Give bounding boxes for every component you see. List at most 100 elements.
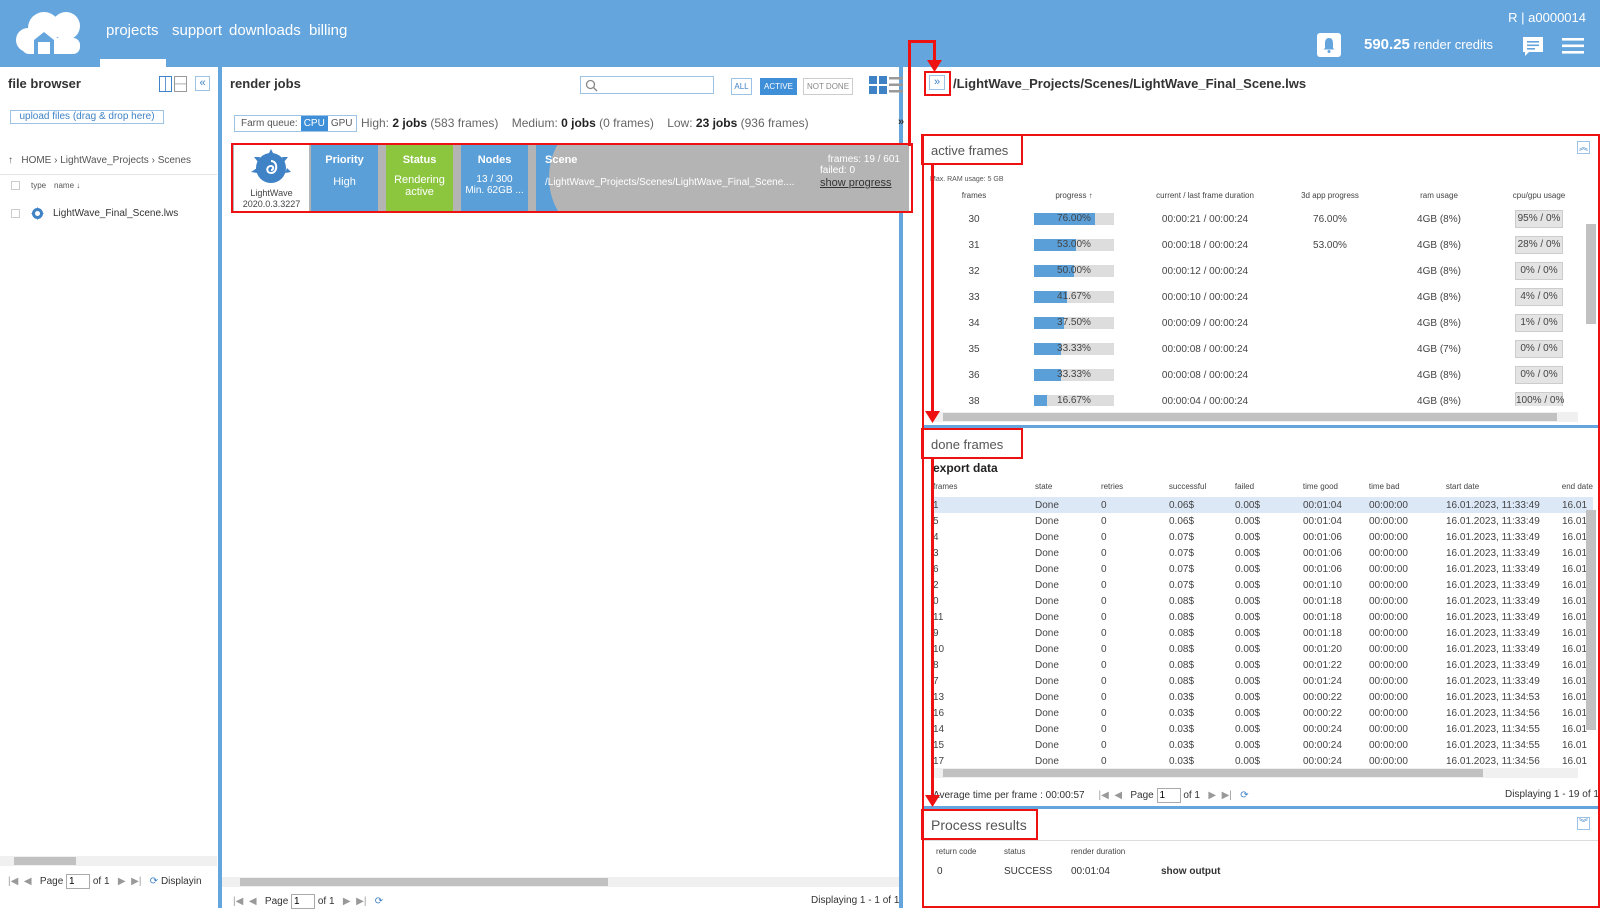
filter-all[interactable]: ALL	[731, 78, 752, 95]
done-frame-row[interactable]: 14 Done 0 0.03$ 0.00$ 00:00:24 00:00:00 16.01.2…	[933, 721, 1593, 737]
col-end-date[interactable]: end date	[1562, 482, 1593, 491]
horizontal-scrollbar[interactable]	[222, 877, 899, 887]
export-data-link[interactable]: export data	[933, 461, 998, 475]
layout-toggle-icon[interactable]	[159, 76, 187, 92]
page-input[interactable]	[66, 874, 91, 889]
col-retries[interactable]: retries	[1101, 482, 1169, 491]
scroll-thumb[interactable]	[943, 769, 1483, 777]
expand-icon[interactable]: »	[898, 116, 904, 128]
done-frame-row[interactable]: 6 Done 0 0.07$ 0.00$ 00:01:06 00:00:00 16.01.20…	[933, 561, 1593, 577]
col-time-good[interactable]: time good	[1303, 482, 1369, 491]
col-successful[interactable]: successful	[1169, 482, 1235, 491]
collapse-active-button[interactable]: ︽	[1577, 141, 1590, 154]
done-frame-row[interactable]: 15 Done 0 0.03$ 0.00$ 00:00:24 00:00:00 16.01.2…	[933, 737, 1593, 753]
done-frame-row[interactable]: 4 Done 0 0.07$ 0.00$ 00:01:06 00:00:00 16.01.20…	[933, 529, 1593, 545]
refresh-icon[interactable]: ⟳	[150, 876, 158, 887]
file-name[interactable]: LightWave_Final_Scene.lws	[53, 208, 178, 219]
prev-page-icon[interactable]: ◀	[249, 896, 257, 907]
col-start-date[interactable]: start date	[1446, 482, 1562, 491]
vertical-scroll-thumb[interactable]	[1586, 224, 1596, 324]
done-frame-row[interactable]: 5 Done 0 0.06$ 0.00$ 00:01:04 00:00:00 16.01.20…	[933, 513, 1593, 529]
cpu-queue-button[interactable]: CPU	[300, 116, 328, 131]
done-frame-row[interactable]: 3 Done 0 0.07$ 0.00$ 00:01:06 00:00:00 16.01.20…	[933, 545, 1593, 561]
horizontal-scrollbar[interactable]	[933, 412, 1578, 422]
nav-projects[interactable]: projects	[106, 22, 159, 39]
next-page-icon[interactable]: ▶	[1208, 790, 1216, 801]
next-page-icon[interactable]: ▶	[118, 876, 126, 887]
first-page-icon[interactable]: |◀	[8, 876, 18, 887]
filter-active[interactable]: ACTIVE	[760, 78, 797, 95]
col-app-progress[interactable]: 3d app progress	[1280, 191, 1380, 200]
col-cpu-gpu[interactable]: cpu/gpu usage	[1498, 191, 1580, 200]
panel-separator[interactable]	[218, 67, 222, 908]
done-frame-row[interactable]: 10 Done 0 0.08$ 0.00$ 00:01:20 00:00:00 16.01.2…	[933, 641, 1593, 657]
active-frame-row[interactable]: 32 50.00% 00:00:12 / 00:00:24 4GB (8%) 0% / …	[930, 258, 1580, 284]
done-frame-row[interactable]: 17 Done 0 0.03$ 0.00$ 00:00:24 00:00:00 16.01.2…	[933, 753, 1593, 768]
col-duration[interactable]: current / last frame duration	[1130, 191, 1280, 200]
done-frame-row[interactable]: 11 Done 0 0.08$ 0.00$ 00:01:18 00:00:00 16.01.2…	[933, 609, 1593, 625]
view-toggle-icon[interactable]	[869, 76, 905, 94]
scroll-thumb[interactable]	[14, 857, 76, 865]
active-frame-row[interactable]: 35 33.33% 00:00:08 / 00:00:24 4GB (7%) 0% / …	[930, 336, 1580, 362]
show-progress-link[interactable]: show progress	[820, 177, 892, 189]
first-page-icon[interactable]: |◀	[1098, 790, 1108, 801]
prev-page-icon[interactable]: ◀	[1114, 790, 1122, 801]
nav-billing[interactable]: billing	[309, 22, 347, 39]
done-frame-row[interactable]: 7 Done 0 0.08$ 0.00$ 00:01:24 00:00:00 16.01.20…	[933, 673, 1593, 689]
col-progress[interactable]: progress ↑	[1018, 191, 1130, 200]
upload-files-button[interactable]: upload files (drag & drop here)	[10, 110, 164, 124]
col-time-bad[interactable]: time bad	[1369, 482, 1446, 491]
col-failed[interactable]: failed	[1235, 482, 1303, 491]
active-frame-row[interactable]: 34 37.50% 00:00:09 / 00:00:24 4GB (8%) 1% / …	[930, 310, 1580, 336]
hamburger-menu-icon[interactable]	[1562, 37, 1584, 55]
horizontal-scrollbar[interactable]	[0, 856, 217, 866]
notifications-button[interactable]	[1317, 33, 1341, 57]
show-output-link[interactable]: show output	[1161, 866, 1220, 877]
done-frame-row[interactable]: 2 Done 0 0.07$ 0.00$ 00:01:10 00:00:00 16.01.20…	[933, 577, 1593, 593]
last-page-icon[interactable]: ▶|	[356, 896, 366, 907]
active-frame-row[interactable]: 36 33.33% 00:00:08 / 00:00:24 4GB (8%) 0% / …	[930, 362, 1580, 388]
active-frame-row[interactable]: 30 76.00% 00:00:21 / 00:00:24 76.00% 4GB (8%…	[930, 206, 1580, 232]
col-state[interactable]: state	[1035, 482, 1101, 491]
last-page-icon[interactable]: ▶|	[131, 876, 141, 887]
done-frame-row[interactable]: 0 Done 0 0.08$ 0.00$ 00:01:18 00:00:00 16.01.20…	[933, 593, 1593, 609]
chat-icon[interactable]	[1522, 36, 1544, 58]
breadcrumb-home[interactable]: HOME	[21, 155, 51, 166]
done-frame-row[interactable]: 8 Done 0 0.08$ 0.00$ 00:01:22 00:00:00 16.01.20…	[933, 657, 1593, 673]
breadcrumb-scenes[interactable]: Scenes	[158, 155, 191, 166]
up-arrow-icon[interactable]: ↑	[8, 155, 13, 166]
page-input[interactable]	[291, 894, 316, 909]
job-card[interactable]: LightWave 2020.0.3.3227 Priority High St…	[232, 144, 909, 211]
done-frame-row[interactable]: 16 Done 0 0.03$ 0.00$ 00:00:22 00:00:00 16.01.2…	[933, 705, 1593, 721]
next-page-icon[interactable]: ▶	[343, 896, 351, 907]
done-frame-row[interactable]: 9 Done 0 0.08$ 0.00$ 00:01:18 00:00:00 16.01.20…	[933, 625, 1593, 641]
gpu-queue-button[interactable]: GPU	[328, 118, 356, 129]
active-frame-row[interactable]: 33 41.67% 00:00:10 / 00:00:24 4GB (8%) 4% / …	[930, 284, 1580, 310]
refresh-icon[interactable]: ⟳	[375, 896, 383, 907]
select-all-checkbox[interactable]	[11, 181, 20, 190]
first-page-icon[interactable]: |◀	[233, 896, 243, 907]
col-name[interactable]: name ↓	[54, 181, 80, 190]
refresh-icon[interactable]: ⟳	[1240, 790, 1248, 801]
col-frames[interactable]: frames	[930, 191, 1018, 200]
col-type[interactable]: type	[31, 181, 46, 190]
scroll-thumb[interactable]	[240, 878, 608, 886]
active-frame-row[interactable]: 38 16.67% 00:00:04 / 00:00:24 4GB (8%) 100% …	[930, 388, 1580, 406]
col-ram-usage[interactable]: ram usage	[1380, 191, 1498, 200]
scroll-thumb[interactable]	[943, 413, 1557, 421]
last-page-icon[interactable]: ▶|	[1222, 790, 1232, 801]
job-search-input[interactable]	[580, 76, 714, 94]
done-frame-row[interactable]: 1 Done 0 0.06$ 0.00$ 00:01:04 00:00:00 16.01.20…	[933, 497, 1593, 513]
nav-downloads[interactable]: downloads	[229, 22, 301, 39]
vertical-scroll-thumb[interactable]	[1586, 510, 1596, 730]
nav-support[interactable]: support	[172, 22, 222, 39]
cloud-logo-icon[interactable]	[14, 8, 84, 58]
expand-detail-button[interactable]: »	[929, 75, 945, 90]
page-input[interactable]	[1156, 788, 1181, 803]
breadcrumb-projects[interactable]: LightWave_Projects	[60, 155, 149, 166]
account-id[interactable]: R | a0000014	[1508, 10, 1586, 25]
col-render-duration[interactable]: render duration	[1071, 847, 1125, 856]
prev-page-icon[interactable]: ◀	[24, 876, 32, 887]
col-frames[interactable]: frames	[933, 482, 1035, 491]
collapse-panel-button[interactable]: «	[195, 76, 210, 91]
